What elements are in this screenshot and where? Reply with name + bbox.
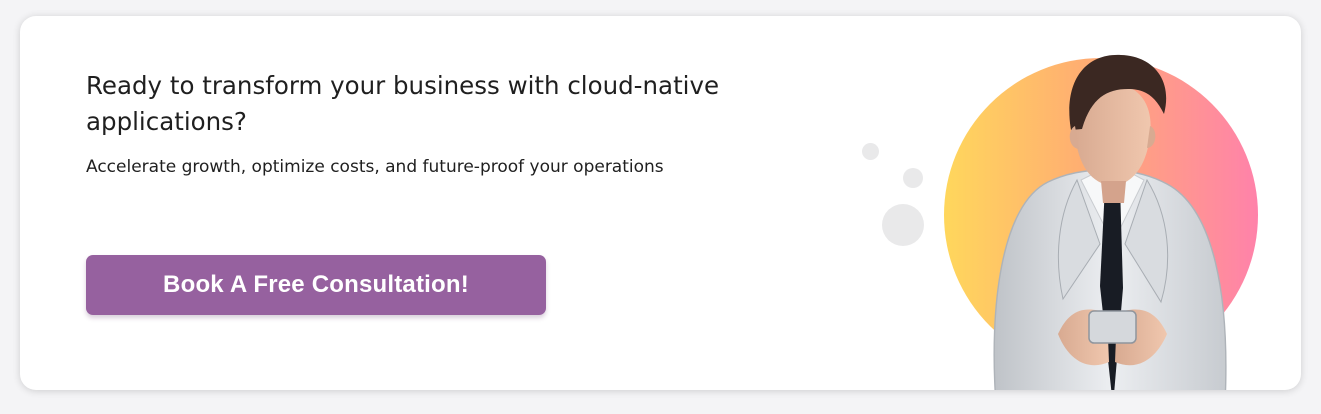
cta-subheading: Accelerate growth, optimize costs, and f… <box>86 157 664 177</box>
business-person-illustration <box>993 54 1227 390</box>
bubble-decoration-icon <box>903 168 923 188</box>
bubble-decoration-icon <box>862 143 879 160</box>
bubble-decoration-icon <box>882 204 924 246</box>
cta-heading: Ready to transform your business with cl… <box>86 71 720 136</box>
consultation-cta-card: Ready to transform your business with cl… <box>20 16 1301 390</box>
book-consultation-button[interactable]: Book A Free Consultation! <box>86 255 546 315</box>
